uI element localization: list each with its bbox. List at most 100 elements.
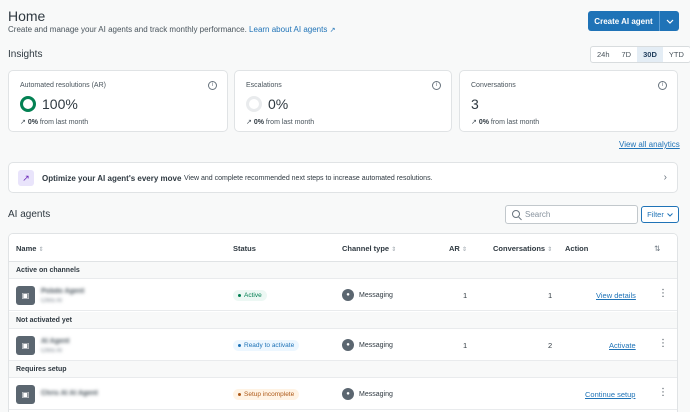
column-settings-icon[interactable]: ⇅ bbox=[654, 244, 660, 253]
status-label: Setup incomplete bbox=[244, 391, 295, 398]
channel-type: ● Messaging bbox=[342, 388, 393, 400]
column-ar-label: AR bbox=[449, 244, 460, 253]
card-trend: ↗ 0% from last month bbox=[20, 118, 88, 126]
view-details-link[interactable]: View details bbox=[596, 291, 636, 300]
card-value: 100% bbox=[20, 96, 78, 112]
range-30d[interactable]: 30D bbox=[637, 47, 663, 62]
page-subtitle: Create and manage your AI agents and tra… bbox=[8, 25, 335, 34]
channel-type: ● Messaging bbox=[342, 289, 393, 301]
subtitle-text: Create and manage your AI agents and tra… bbox=[8, 25, 247, 34]
agent-subname: Chris AI bbox=[41, 298, 63, 304]
agent-avatar-icon: ▣ bbox=[16, 286, 35, 305]
chevron-down-icon[interactable] bbox=[659, 11, 679, 31]
search-box bbox=[505, 205, 638, 224]
status-badge: Ready to activate bbox=[233, 340, 300, 351]
insights-heading: Insights bbox=[8, 49, 43, 60]
sort-icon: ⇕ bbox=[547, 247, 553, 253]
chevron-right-icon: › bbox=[663, 172, 667, 183]
progress-ring-icon bbox=[20, 96, 36, 112]
ai-agents-heading: AI agents bbox=[8, 209, 51, 220]
sort-icon: ⇕ bbox=[38, 247, 44, 253]
progress-ring-icon bbox=[246, 96, 262, 112]
more-options-icon[interactable]: ⋮ bbox=[658, 339, 668, 349]
group-header: Active on channels bbox=[9, 262, 677, 279]
card-value-text: 100% bbox=[42, 96, 78, 112]
table-row[interactable]: ▣ Pobdo Agent Chris AI Active ● Messaging… bbox=[9, 279, 677, 311]
group-header: Requires setup bbox=[9, 361, 677, 378]
sort-icon: ⇕ bbox=[391, 247, 397, 253]
trend-up-icon: ↗ bbox=[246, 119, 252, 126]
column-status: Status bbox=[233, 244, 256, 253]
more-options-icon[interactable]: ⋮ bbox=[658, 388, 668, 398]
agents-table: Name ⇕ Status Channel type ⇕ AR ⇕ Conversat… bbox=[8, 233, 678, 412]
range-24h[interactable]: 24h bbox=[591, 47, 616, 62]
table-row[interactable]: ▣ AI Agent Chris AI Ready to activate ● M… bbox=[9, 329, 677, 361]
filter-label: Filter bbox=[647, 210, 664, 219]
agent-avatar-icon: ▣ bbox=[16, 385, 35, 404]
status-badge: Setup incomplete bbox=[233, 389, 300, 400]
create-ai-agent-button[interactable]: Create AI agent bbox=[588, 11, 679, 31]
info-icon[interactable]: i bbox=[432, 81, 441, 90]
search-icon bbox=[512, 210, 520, 218]
agent-name: Chris AI AI Agent bbox=[41, 390, 98, 397]
column-ar[interactable]: AR ⇕ bbox=[449, 244, 467, 253]
insight-card-escalations: Escalations i 0% ↗ 0% from last month bbox=[234, 70, 452, 132]
status-label: Ready to activate bbox=[244, 342, 295, 349]
column-name[interactable]: Name ⇕ bbox=[16, 244, 43, 253]
info-icon[interactable]: i bbox=[208, 81, 217, 90]
insight-card-conversations: Conversations i 3 ↗ 0% from last month bbox=[459, 70, 678, 132]
messaging-icon: ● bbox=[342, 339, 354, 351]
range-ytd[interactable]: YTD bbox=[663, 47, 690, 62]
status-dot bbox=[238, 392, 241, 396]
agent-name: AI Agent bbox=[41, 338, 70, 345]
continue-setup-link[interactable]: Continue setup bbox=[585, 390, 635, 399]
column-action: Action bbox=[565, 244, 589, 253]
card-value-text: 3 bbox=[471, 96, 479, 112]
trend-value: 0% bbox=[478, 119, 489, 126]
card-title: Escalations bbox=[246, 82, 282, 89]
sparkle-chart-icon: ↗ bbox=[18, 170, 34, 186]
card-title: Conversations bbox=[471, 82, 516, 89]
range-7d[interactable]: 7D bbox=[616, 47, 638, 62]
sort-icon: ⇕ bbox=[461, 247, 467, 253]
status-dot bbox=[238, 343, 241, 347]
optimize-banner[interactable]: ↗ Optimize your AI agent's every move Vi… bbox=[8, 162, 678, 193]
card-value: 0% bbox=[246, 96, 288, 112]
trend-text: from last month bbox=[265, 119, 315, 126]
agent-avatar-icon: ▣ bbox=[16, 336, 35, 355]
card-title: Automated resolutions (AR) bbox=[20, 82, 106, 89]
page-title: Home bbox=[8, 8, 46, 24]
status-dot bbox=[238, 293, 241, 297]
more-options-icon[interactable]: ⋮ bbox=[658, 289, 668, 299]
activate-link[interactable]: Activate bbox=[609, 341, 636, 350]
table-row[interactable]: ▣ Chris AI AI Agent Setup incomplete ● Me… bbox=[9, 378, 677, 410]
table-header: Name ⇕ Status Channel type ⇕ AR ⇕ Conversat… bbox=[9, 234, 677, 262]
learn-link[interactable]: Learn about AI agents ↗ bbox=[249, 25, 335, 34]
trend-text: from last month bbox=[39, 119, 89, 126]
ar-value: 1 bbox=[463, 291, 468, 300]
column-conversations-label: Conversations bbox=[493, 244, 546, 253]
search-input[interactable] bbox=[525, 208, 633, 221]
channel-type: ● Messaging bbox=[342, 339, 393, 351]
view-all-analytics-link[interactable]: View all analytics bbox=[619, 140, 680, 149]
ar-value: 1 bbox=[463, 341, 468, 350]
chevron-down-icon bbox=[666, 212, 673, 217]
insight-card-ar: Automated resolutions (AR) i 100% ↗ 0% f… bbox=[8, 70, 228, 132]
column-channel[interactable]: Channel type ⇕ bbox=[342, 244, 396, 253]
column-channel-label: Channel type bbox=[342, 244, 390, 253]
card-trend: ↗ 0% from last month bbox=[246, 118, 314, 126]
conversations-value: 1 bbox=[548, 291, 553, 300]
card-trend: ↗ 0% from last month bbox=[471, 118, 539, 126]
create-ai-agent-label: Create AI agent bbox=[594, 16, 653, 26]
column-name-label: Name bbox=[16, 244, 37, 253]
filter-button[interactable]: Filter bbox=[641, 206, 679, 223]
info-icon[interactable]: i bbox=[658, 81, 667, 90]
messaging-icon: ● bbox=[342, 289, 354, 301]
trend-up-icon: ↗ bbox=[20, 119, 26, 126]
trend-text: from last month bbox=[490, 119, 540, 126]
column-conversations[interactable]: Conversations ⇕ bbox=[493, 244, 552, 253]
group-header: Not activated yet bbox=[9, 312, 677, 329]
banner-title: Optimize your AI agent's every move bbox=[42, 174, 182, 183]
agent-subname: Chris AI bbox=[41, 348, 63, 354]
channel-label: Messaging bbox=[359, 390, 393, 398]
